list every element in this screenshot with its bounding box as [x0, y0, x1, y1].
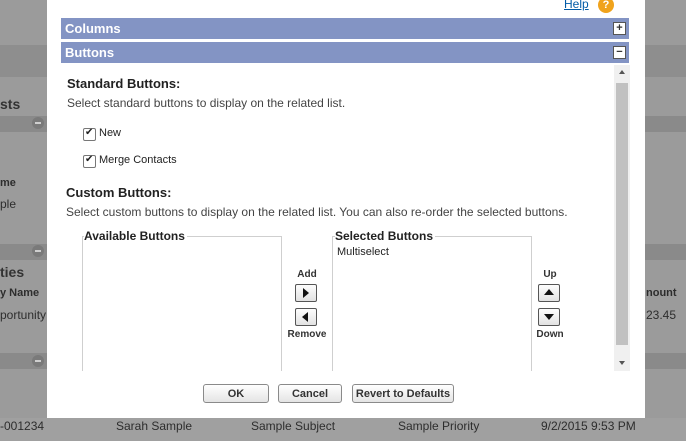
section-columns[interactable]: Columns + [61, 18, 629, 39]
list-item[interactable]: Multiselect [337, 246, 389, 258]
background-col-header: y Name [0, 287, 40, 299]
custom-buttons-description: Select custom buttons to display on the … [66, 205, 568, 219]
revert-to-defaults-button[interactable]: Revert to Defaults [352, 384, 454, 403]
background-cell: ple [0, 197, 17, 211]
add-button[interactable] [295, 284, 317, 302]
move-down-button[interactable] [538, 308, 560, 326]
remove-label: Remove [287, 329, 327, 340]
collapse-icon [32, 117, 44, 129]
section-title: Buttons [65, 45, 115, 60]
arrow-up-icon [544, 289, 554, 295]
cancel-button[interactable]: Cancel [278, 384, 342, 403]
arrow-left-icon [302, 312, 308, 322]
remove-button[interactable] [295, 308, 317, 326]
background-section-title: sts [0, 96, 21, 112]
case-subject: Sample Subject [251, 419, 336, 433]
available-buttons-list[interactable] [82, 236, 282, 371]
background-section-title: ties [0, 264, 25, 280]
scroll-up-icon[interactable] [619, 70, 625, 74]
up-label: Up [543, 269, 557, 280]
case-date: 9/2/2015 9:53 PM [541, 419, 636, 433]
standard-buttons-description: Select standard buttons to display on th… [67, 96, 346, 110]
collapse-icon [32, 245, 44, 257]
expand-icon[interactable]: + [613, 22, 626, 35]
background-cell: portunity [0, 308, 47, 322]
collapse-icon [32, 355, 44, 367]
down-label: Down [536, 329, 564, 340]
move-up-button[interactable] [538, 284, 560, 302]
add-label: Add [297, 269, 317, 280]
panel-scrollbar[interactable] [614, 65, 630, 371]
collapse-icon[interactable]: − [613, 46, 626, 59]
background-col-header: nount [646, 287, 677, 299]
available-buttons-title: Available Buttons [84, 229, 187, 243]
background-cell: 23.45 [646, 308, 677, 322]
merge-contacts-checkbox-label: Merge Contacts [99, 154, 177, 166]
case-priority: Sample Priority [398, 419, 480, 433]
case-number: -001234 [0, 419, 45, 433]
scroll-down-icon[interactable] [619, 361, 625, 365]
customize-dialog: Help ? Columns + Buttons − Standard Butt… [47, 0, 645, 418]
help-link[interactable]: Help [564, 0, 589, 11]
section-title: Columns [65, 21, 121, 36]
scroll-thumb[interactable] [616, 83, 628, 345]
case-contact: Sarah Sample [116, 419, 193, 433]
arrow-down-icon [544, 314, 554, 320]
custom-buttons-heading: Custom Buttons: [66, 185, 172, 200]
arrow-right-icon [303, 288, 309, 298]
new-checkbox-label: New [99, 127, 122, 139]
merge-contacts-checkbox[interactable] [83, 154, 96, 168]
new-checkbox[interactable] [83, 127, 96, 141]
ok-button[interactable]: OK [203, 384, 269, 403]
standard-buttons-heading: Standard Buttons: [67, 76, 181, 91]
selected-buttons-title: Selected Buttons [335, 229, 436, 243]
section-buttons[interactable]: Buttons − [61, 42, 629, 63]
question-icon[interactable]: ? [598, 0, 614, 13]
buttons-panel: Standard Buttons: Select standard button… [61, 65, 629, 371]
background-col-header: me [0, 177, 16, 189]
